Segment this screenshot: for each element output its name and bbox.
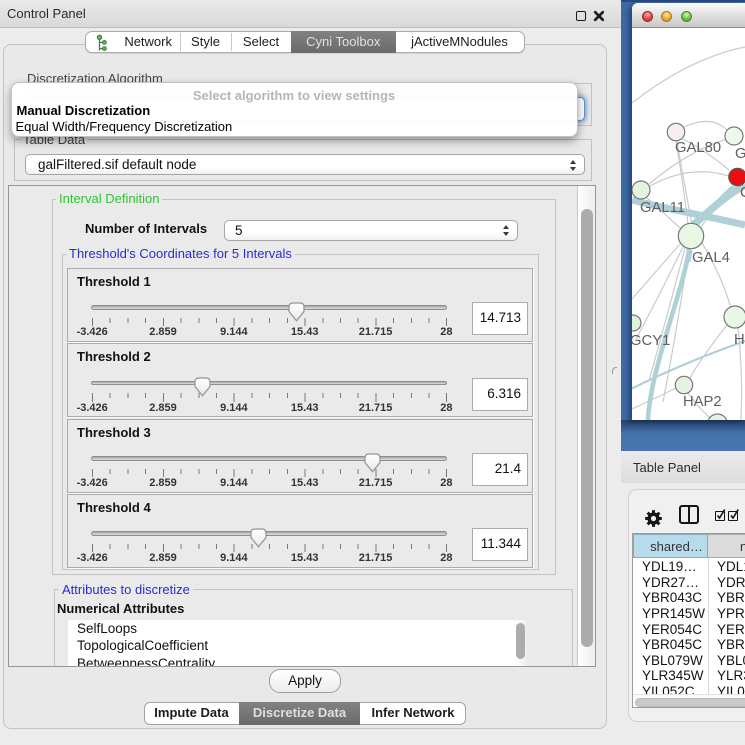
svg-text:GCY1: GCY1 — [632, 333, 670, 349]
svg-text:GA: GA — [735, 146, 745, 162]
svg-text:HAP2: HAP2 — [683, 394, 722, 410]
svg-text:GAL4: GAL4 — [692, 250, 730, 266]
svg-text:GAL11: GAL11 — [640, 200, 685, 216]
svg-text:H: H — [734, 332, 745, 348]
svg-text:GAL80: GAL80 — [675, 140, 721, 156]
svg-text:C: C — [740, 185, 745, 201]
